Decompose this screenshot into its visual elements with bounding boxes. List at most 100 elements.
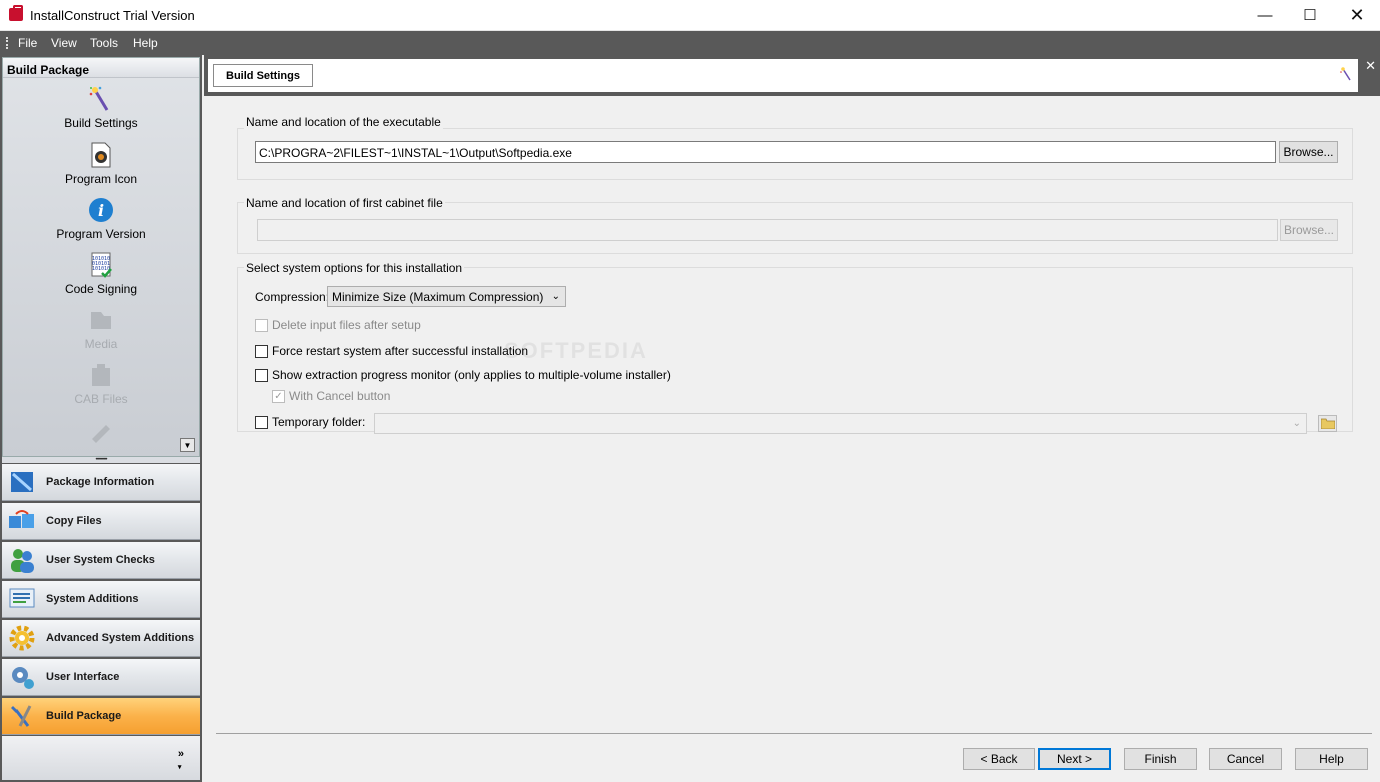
checkbox-box (255, 368, 268, 382)
tools-icon (88, 417, 114, 443)
item-label: Build Settings (64, 116, 138, 130)
menu-help[interactable]: Help (133, 36, 158, 50)
group-label: Name and location of first cabinet file (244, 196, 445, 210)
item-program-icon[interactable]: Program Icon (3, 142, 199, 186)
nav-label: Package Information (46, 476, 155, 488)
nav-system-additions[interactable]: System Additions (2, 581, 200, 618)
chevron-double-icon[interactable]: » ▾ (178, 748, 184, 772)
users-icon (8, 546, 36, 574)
nav-build-package[interactable]: Build Package (2, 698, 200, 735)
copy-files-icon (8, 507, 36, 535)
item-label: CAB Files (74, 392, 128, 406)
next-button[interactable]: Next > (1038, 748, 1111, 770)
item-build-settings[interactable]: Build Settings (3, 86, 199, 130)
tools-icon (8, 702, 36, 730)
program-icon (88, 142, 114, 168)
build-package-panel: Build Package Build Settings Program Ico… (2, 57, 200, 457)
nav-user-system-checks[interactable]: User System Checks (2, 542, 200, 579)
svg-text:101010: 101010 (92, 266, 110, 272)
nav-user-interface[interactable]: User Interface (2, 659, 200, 696)
item-code-signing[interactable]: 101010 010101 101010 Code Signing (3, 252, 199, 296)
checkbox-label: Force restart system after successful in… (272, 344, 529, 358)
tab-strip: Build Settings ✕ (204, 55, 1380, 96)
executable-path-input[interactable]: C:\PROGRA~2\FILEST~1\INSTAL~1\Output\Sof… (255, 141, 1276, 163)
cabinet-path-input[interactable] (257, 219, 1278, 241)
finish-button[interactable]: Finish (1124, 748, 1197, 770)
checkbox-label: With Cancel button (289, 389, 391, 403)
item-program-version[interactable]: i Program Version (3, 197, 199, 241)
separator (216, 733, 1372, 734)
checkbox-label: Temporary folder: (272, 415, 366, 429)
main-content: Build Settings ✕ SOFTPEDIA Name and loca… (204, 55, 1380, 782)
close-button[interactable]: ✕ (1334, 0, 1380, 30)
media-icon (88, 307, 114, 333)
item-label: Code Signing (64, 282, 138, 296)
menu-grip[interactable] (6, 37, 8, 49)
panel-title: Build Package (3, 58, 199, 78)
temporary-folder-select[interactable]: ⌄ (374, 413, 1307, 434)
info-icon: i (88, 197, 114, 223)
check-icon: ✓ (272, 389, 285, 403)
window-title: InstallConstruct Trial Version (30, 8, 195, 23)
show-extraction-progress-checkbox[interactable]: Show extraction progress monitor (only a… (255, 368, 671, 382)
nav-package-information[interactable]: Package Information (2, 464, 200, 501)
title-bar: InstallConstruct Trial Version — ☐ ✕ (0, 0, 1380, 31)
checkbox-label: Delete input files after setup (272, 318, 421, 332)
force-restart-checkbox[interactable]: Force restart system after successful in… (255, 344, 528, 358)
checkbox-box (255, 318, 268, 332)
item-label: Media (84, 337, 118, 351)
close-tab-icon[interactable]: ✕ (1365, 58, 1376, 74)
nav-copy-files[interactable]: Copy Files (2, 503, 200, 540)
menu-tools[interactable]: Tools (90, 36, 118, 50)
open-folder-button[interactable] (1318, 415, 1337, 432)
item-cab-files: CAB Files (3, 362, 199, 406)
nav-label: User System Checks (46, 554, 155, 566)
maximize-button[interactable]: ☐ (1287, 0, 1333, 30)
user-interface-icon (8, 663, 36, 691)
left-pane: Build Package Build Settings Program Ico… (0, 55, 202, 782)
group-label: Select system options for this installat… (244, 261, 465, 275)
menu-view[interactable]: View (51, 36, 77, 50)
nav-label: User Interface (46, 671, 120, 683)
chevron-down-icon: ⌄ (551, 291, 560, 302)
system-additions-icon (8, 585, 36, 613)
back-button[interactable]: < Back (963, 748, 1035, 770)
item-label: Program Version (56, 227, 146, 241)
binary-document-icon: 101010 010101 101010 (88, 252, 114, 278)
nav-footer: » ▾ (2, 736, 200, 780)
compression-label: Compression: (255, 290, 330, 304)
scroll-down-button[interactable]: ▼ (180, 438, 195, 452)
item-media: Media (3, 307, 199, 351)
browse-cabinet-button[interactable]: Browse... (1280, 219, 1338, 241)
panel-splitter[interactable]: •••••••••• (2, 457, 200, 463)
item-label: Program Icon (64, 172, 138, 186)
delete-input-files-checkbox[interactable]: Delete input files after setup (255, 318, 421, 332)
browse-executable-button[interactable]: Browse... (1279, 141, 1338, 163)
with-cancel-button-checkbox[interactable]: ✓ With Cancel button (272, 389, 390, 403)
gear-icon (8, 624, 36, 652)
cab-files-icon (88, 362, 114, 388)
folder-icon (1320, 418, 1335, 429)
compression-select[interactable]: Minimize Size (Maximum Compression) ⌄ (327, 286, 566, 307)
item-partial (3, 417, 199, 447)
app-toolbox-icon (9, 5, 23, 21)
temporary-folder-checkbox[interactable]: Temporary folder: (255, 415, 365, 429)
menu-file[interactable]: File (18, 36, 37, 50)
magic-wand-icon (1340, 67, 1352, 84)
magic-wand-icon (88, 86, 114, 112)
nav-advanced-system-additions[interactable]: Advanced System Additions (2, 620, 200, 657)
cancel-button[interactable]: Cancel (1209, 748, 1282, 770)
help-button[interactable]: Help (1295, 748, 1368, 770)
checkbox-label: Show extraction progress monitor (only a… (272, 368, 671, 382)
nav-label: Copy Files (46, 515, 102, 527)
nav-label: Build Package (46, 710, 122, 722)
compression-value: Minimize Size (Maximum Compression) (332, 290, 544, 304)
tab-build-settings[interactable]: Build Settings (213, 64, 313, 87)
nav-label: Advanced System Additions (46, 632, 195, 644)
minimize-button[interactable]: — (1242, 0, 1288, 30)
checkbox-box (255, 344, 268, 358)
tab-bar: Build Settings (208, 59, 1358, 92)
chevron-down-icon: ⌄ (1292, 418, 1301, 429)
menu-bar: File View Tools Help (0, 31, 1380, 55)
checkbox-box (255, 415, 268, 429)
